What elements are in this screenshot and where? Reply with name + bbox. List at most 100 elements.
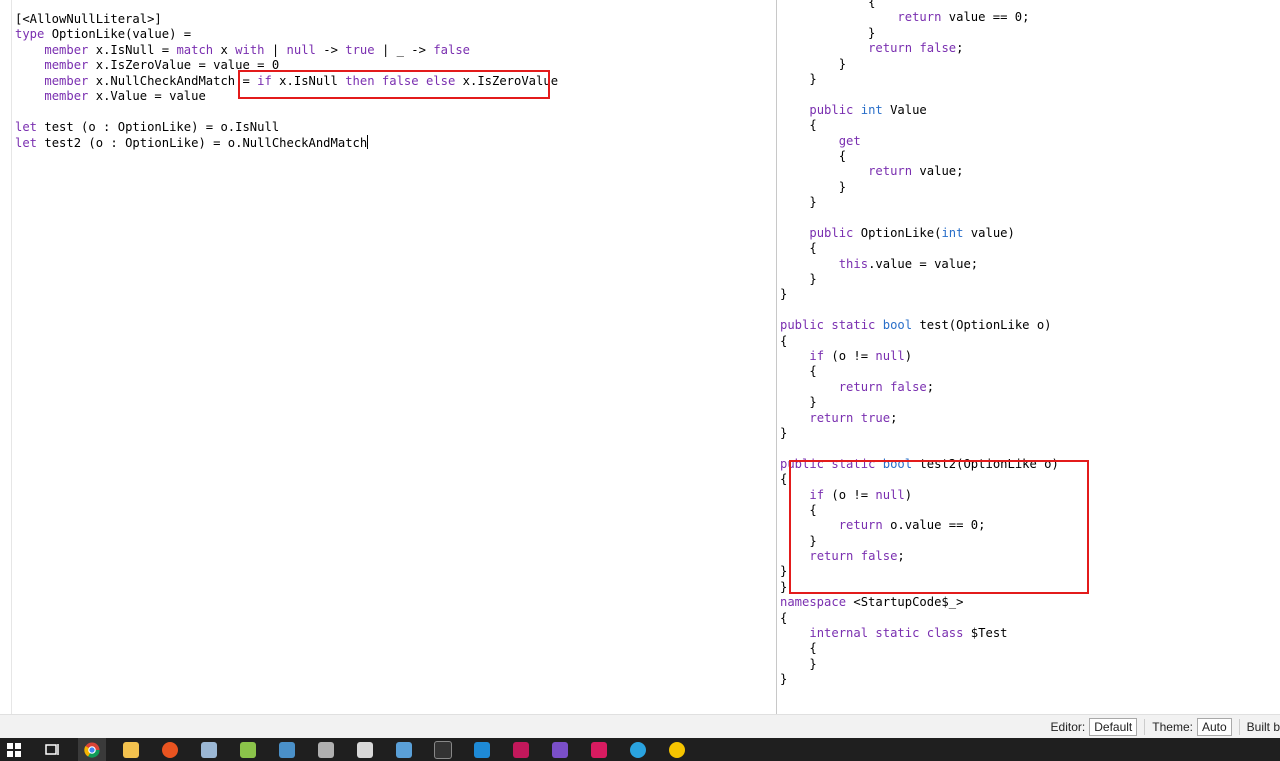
code-text: ; <box>897 549 905 564</box>
code-text: test2(OptionLike o) <box>912 456 1059 471</box>
code-line: } <box>780 72 1059 87</box>
code-line: } <box>780 672 1059 687</box>
code-text: test (o : OptionLike) = o.IsNull <box>37 119 280 134</box>
performance-monitor-icon[interactable] <box>351 738 379 761</box>
code-text: value; <box>912 164 964 179</box>
outlook-icon[interactable] <box>663 738 691 761</box>
code-keyword: namespace <box>780 595 847 610</box>
fsharp-code[interactable]: [<AllowNullLiteral>] type OptionLike(valu… <box>15 12 558 151</box>
chrome-icon[interactable] <box>78 738 106 761</box>
visual-studio-icon[interactable] <box>546 738 574 761</box>
code-text: } <box>780 287 788 302</box>
code-line: { <box>780 0 1059 10</box>
code-line: return false; <box>780 380 1059 395</box>
code-keyword: false <box>860 549 898 564</box>
code-keyword: type <box>15 27 45 42</box>
csharp-output-pane[interactable]: { return value == 0; } return false; } }… <box>777 0 1280 714</box>
code-keyword: return <box>809 410 854 425</box>
pen-icon[interactable] <box>390 738 418 761</box>
notepad-plus-icon[interactable] <box>234 738 262 761</box>
status-bar: Editor: Default Theme: Auto Built b <box>0 714 1280 739</box>
code-line: member x.IsNull = match x with | null ->… <box>15 43 558 58</box>
code-text: Value <box>882 102 927 117</box>
code-line: } <box>780 534 1059 549</box>
file-explorer-icon[interactable] <box>117 738 145 761</box>
code-keyword: null <box>875 487 905 502</box>
code-line: namespace <StartupCode$_> <box>780 595 1059 610</box>
code-keyword: public <box>809 102 854 117</box>
code-text: { <box>780 472 788 487</box>
status-separator <box>1144 719 1146 735</box>
vscode-icon[interactable] <box>468 738 496 761</box>
theme-select[interactable]: Auto <box>1196 718 1232 736</box>
code-line: } <box>780 426 1059 441</box>
rider-alt-icon[interactable] <box>585 738 613 761</box>
code-text: x.Value = value <box>88 88 206 103</box>
code-keyword: member <box>44 58 89 73</box>
terminal-icon[interactable] <box>429 738 457 761</box>
code-keyword: if <box>809 487 825 502</box>
code-text: } <box>780 195 817 210</box>
code-text: -> <box>315 42 346 57</box>
code-keyword: match <box>176 42 214 57</box>
editor-select[interactable]: Default <box>1089 718 1138 736</box>
task-view-icon[interactable] <box>39 738 67 761</box>
windows-start-icon[interactable] <box>0 738 28 761</box>
code-text: <StartupCode$_> <box>846 595 964 610</box>
code-text: value == 0; <box>941 10 1030 25</box>
code-text: { <box>780 118 817 133</box>
code-type-keyword: int <box>941 225 964 240</box>
code-line: { <box>780 611 1059 626</box>
ubuntu-icon[interactable] <box>156 738 184 761</box>
code-keyword: true <box>860 410 891 425</box>
fsharp-editor-pane[interactable]: [<AllowNullLiteral>] type OptionLike(valu… <box>0 0 776 714</box>
code-text: x.IsZeroValue = value = 0 <box>88 58 280 73</box>
code-line: } <box>780 26 1059 41</box>
code-line: internal static class $Test <box>780 626 1059 641</box>
remote-desktop-icon[interactable] <box>195 738 223 761</box>
telegram-icon[interactable] <box>624 738 652 761</box>
code-keyword: return <box>838 379 883 394</box>
rider-icon[interactable] <box>507 738 535 761</box>
calculator-icon[interactable] <box>273 738 301 761</box>
code-line: { <box>780 241 1059 256</box>
code-line: return false; <box>780 41 1059 56</box>
code-text: (o != <box>824 348 876 363</box>
code-keyword: false <box>381 73 419 88</box>
code-keyword: public <box>809 225 854 240</box>
code-keyword: class <box>926 626 964 641</box>
code-text: x.IsNull <box>271 73 346 88</box>
code-keyword: internal <box>809 626 869 641</box>
csharp-code[interactable]: { return value == 0; } return false; } }… <box>780 0 1059 688</box>
code-text: } <box>780 25 876 40</box>
code-line: } <box>780 580 1059 595</box>
code-text: } <box>780 272 817 287</box>
code-text: } <box>780 672 788 687</box>
code-keyword: if <box>257 73 272 88</box>
code-text: } <box>780 395 817 410</box>
code-keyword: return <box>809 549 854 564</box>
code-keyword: if <box>809 348 825 363</box>
code-line: [<AllowNullLiteral>] <box>15 12 558 27</box>
code-line: { <box>780 364 1059 379</box>
code-line: let test (o : OptionLike) = o.IsNull <box>15 120 558 135</box>
code-line: public OptionLike(int value) <box>780 226 1059 241</box>
code-text: { <box>780 241 817 256</box>
cube-app-icon[interactable] <box>312 738 340 761</box>
code-text: .value = value; <box>868 256 979 271</box>
